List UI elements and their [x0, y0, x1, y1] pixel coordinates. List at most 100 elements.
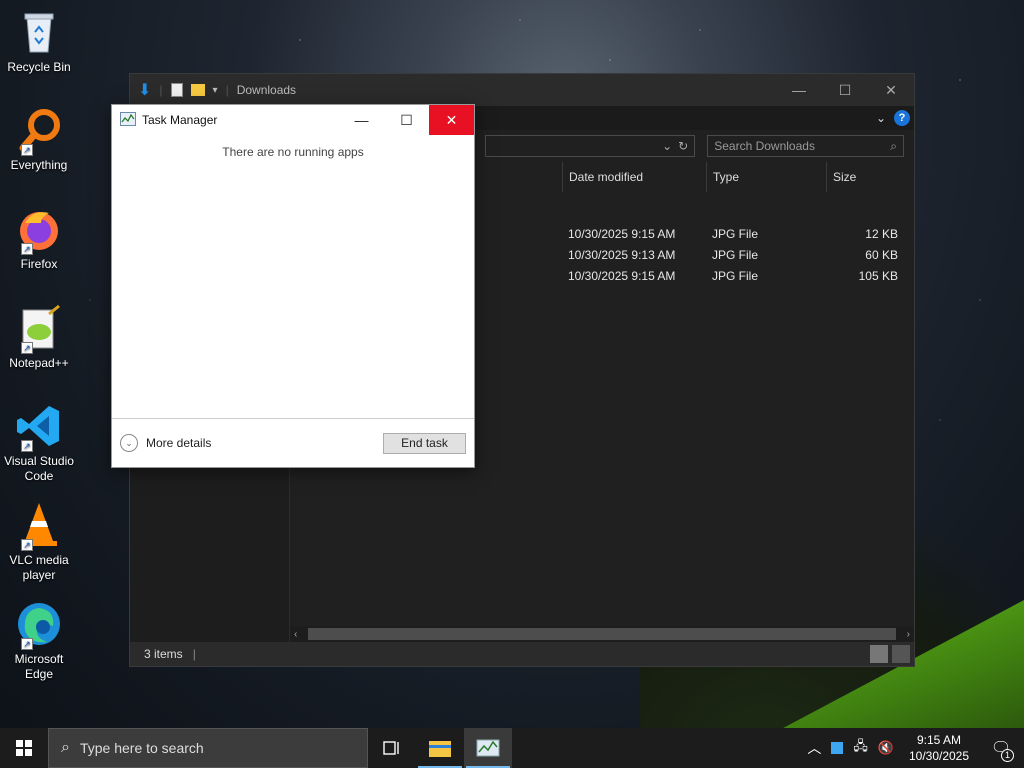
column-header-type[interactable]: Type [706, 162, 826, 192]
tray-app-icon[interactable] [831, 742, 844, 754]
desktop-icon-label: Microsoft Edge [14, 652, 64, 681]
desktop-icon-everything[interactable]: ↗ Everything [0, 106, 78, 173]
desktop-icon-firefox[interactable]: ↗ Firefox [0, 205, 78, 272]
edge-icon: ↗ [15, 600, 63, 650]
desktop-icon-edge[interactable]: ↗ Microsoft Edge [0, 600, 78, 682]
horizontal-scrollbar[interactable]: ‹ › [290, 626, 914, 642]
scroll-right-icon[interactable]: › [907, 629, 910, 640]
desktop-icon-label: Visual Studio Code [4, 454, 74, 483]
desktop-icon-notepad-plus-plus[interactable]: ↗ Notepad++ [0, 304, 78, 371]
system-tray: ︿ 🖧 🔇 9:15 AM 10/30/2025 🗨 1 [807, 728, 1024, 768]
shortcut-arrow-icon: ↗ [21, 440, 33, 452]
file-size: 105 KB [858, 269, 898, 283]
vlc-icon: ↗ [15, 501, 63, 551]
shortcut-arrow-icon: ↗ [21, 539, 33, 551]
notepad-plus-plus-icon: ↗ [15, 304, 63, 354]
windows-logo-icon [16, 740, 32, 756]
notification-count: 1 [1001, 749, 1014, 762]
task-manager-icon [120, 111, 136, 129]
explorer-titlebar[interactable]: ⬇ | ▾ | Downloads — ☐ ✕ [130, 74, 914, 106]
desktop-icon-label: Notepad++ [9, 356, 69, 370]
start-button[interactable] [0, 728, 48, 768]
clock[interactable]: 9:15 AM 10/30/2025 [904, 732, 974, 764]
file-type: JPG File [712, 248, 759, 262]
taskbar: ⌕ Type here to search ︿ 🖧 🔇 9:15 AM 10/3… [0, 728, 1024, 768]
file-type: JPG File [712, 269, 759, 283]
large-icons-view-button[interactable] [892, 645, 910, 663]
network-icon[interactable]: 🖧 [853, 737, 868, 759]
shortcut-arrow-icon: ↗ [21, 144, 33, 156]
desktop-icon-vlc[interactable]: ↗ VLC media player [0, 501, 78, 583]
help-icon[interactable]: ? [894, 110, 910, 126]
file-explorer-icon [429, 741, 451, 757]
properties-icon[interactable] [170, 83, 183, 97]
close-button[interactable]: ✕ [429, 105, 474, 135]
taskbar-search-input[interactable]: ⌕ Type here to search [48, 728, 368, 768]
firefox-icon: ↗ [15, 205, 63, 255]
shortcut-arrow-icon: ↗ [21, 243, 33, 255]
search-icon: ⌕ [890, 138, 897, 153]
column-header-date-modified[interactable]: Date modified [562, 162, 706, 192]
empty-apps-message: There are no running apps [222, 145, 364, 159]
desktop-icon-label: Recycle Bin [7, 60, 71, 74]
address-history-chevron-icon[interactable]: ⌄ [662, 139, 672, 153]
task-manager-title: Task Manager [142, 113, 218, 127]
column-header-size[interactable]: Size [826, 162, 906, 192]
file-type: JPG File [712, 227, 759, 241]
file-date: 10/30/2025 9:15 AM [568, 227, 676, 241]
file-size: 12 KB [865, 227, 898, 241]
desktop-icon-label: Firefox [20, 257, 58, 271]
quick-access-toolbar: ⬇ | ▾ | [138, 82, 229, 99]
task-manager-window[interactable]: Task Manager — ☐ ✕ There are no running … [111, 104, 475, 468]
download-arrow-icon: ⬇ [138, 82, 152, 99]
new-folder-icon[interactable] [190, 84, 205, 96]
search-input[interactable]: Search Downloads ⌕ [707, 135, 904, 157]
task-view-icon [383, 741, 399, 755]
task-manager-footer: ⌄ More details End task [112, 418, 474, 467]
taskbar-search-placeholder: Type here to search [79, 740, 204, 756]
search-icon: ⌕ [61, 739, 70, 756]
shortcut-arrow-icon: ↗ [21, 638, 33, 650]
taskbar-file-explorer[interactable] [416, 728, 464, 768]
shortcut-arrow-icon: ↗ [21, 342, 33, 354]
vscode-icon: ↗ [15, 402, 63, 452]
file-date: 10/30/2025 9:15 AM [568, 269, 676, 283]
task-manager-icon [476, 739, 500, 757]
action-center-button[interactable]: 🗨 1 [984, 738, 1018, 762]
item-count: 3 items [144, 647, 183, 661]
scrollbar-thumb[interactable] [308, 628, 896, 640]
desktop-icon-recycle-bin[interactable]: Recycle Bin [0, 8, 78, 75]
ribbon-expand-chevron-icon[interactable]: ⌄ [876, 111, 886, 125]
close-button[interactable]: ✕ [868, 74, 914, 106]
file-date: 10/30/2025 9:13 AM [568, 248, 676, 262]
desktop-icon-label: Everything [10, 158, 68, 172]
explorer-title: Downloads [236, 83, 297, 97]
maximize-button[interactable]: ☐ [384, 105, 429, 135]
customize-toolbar-chevron-icon[interactable]: ▾ [213, 85, 218, 96]
more-details-toggle[interactable]: ⌄ More details [120, 434, 211, 452]
status-bar: 3 items | [130, 642, 914, 666]
minimize-button[interactable]: — [776, 74, 822, 106]
show-hidden-icons-chevron-icon[interactable]: ︿ [807, 738, 821, 758]
address-bar[interactable]: ⌄ ↻ [485, 135, 696, 157]
task-manager-titlebar[interactable]: Task Manager — ☐ ✕ [112, 105, 474, 135]
clock-date: 10/30/2025 [908, 749, 970, 763]
refresh-icon[interactable]: ↻ [678, 139, 688, 153]
task-view-button[interactable] [368, 728, 416, 768]
desktop-icon-label: VLC media player [9, 553, 69, 582]
scroll-left-icon[interactable]: ‹ [294, 629, 297, 640]
minimize-button[interactable]: — [339, 105, 384, 135]
taskbar-task-manager[interactable] [464, 728, 512, 768]
end-task-button[interactable]: End task [383, 432, 466, 454]
file-size: 60 KB [865, 248, 898, 262]
search-placeholder: Search Downloads [714, 139, 815, 153]
volume-muted-icon[interactable]: 🔇 [878, 740, 894, 756]
more-details-label: More details [146, 436, 212, 450]
chevron-down-icon: ⌄ [120, 434, 138, 452]
details-view-button[interactable] [870, 645, 888, 663]
everything-search-icon: ↗ [15, 106, 63, 156]
recycle-bin-icon [15, 8, 63, 56]
maximize-button[interactable]: ☐ [822, 74, 868, 106]
desktop-icon-vscode[interactable]: ↗ Visual Studio Code [0, 402, 78, 484]
clock-time: 9:15 AM [916, 733, 962, 747]
